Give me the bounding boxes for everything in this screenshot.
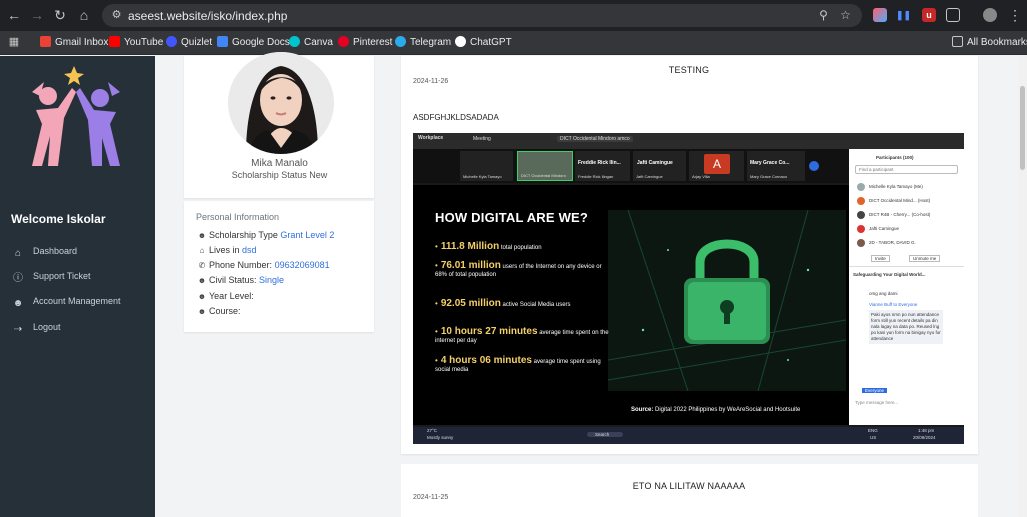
site-info-icon[interactable]: ⚙: [110, 9, 123, 22]
user-icon: ☻: [197, 292, 207, 301]
scholarship-type-link[interactable]: Grant Level 2: [280, 230, 334, 240]
post-title: TESTING: [668, 65, 710, 75]
telegram-icon: [395, 36, 406, 47]
ublock-icon[interactable]: u: [922, 8, 936, 22]
extension-icon[interactable]: [873, 8, 887, 22]
user-icon: ☻: [197, 307, 207, 316]
profile-avatar: [228, 52, 334, 154]
windows-taskbar: 27°C Mostly sunny Search ENG US 1:48 pm …: [413, 427, 964, 444]
app-name: Workplace: [418, 135, 444, 141]
back-icon[interactable]: ←: [6, 7, 22, 23]
apps-grid-icon[interactable]: ▦: [6, 34, 22, 50]
bookmark-gmail[interactable]: Gmail Inbox: [40, 36, 108, 50]
profile-avatar-icon[interactable]: [983, 8, 997, 22]
bookmark-telegram[interactable]: Telegram: [395, 36, 451, 50]
info-row-civil-status: ☻ Civil Status: Single: [197, 275, 285, 285]
home-icon: ⌂: [14, 248, 22, 259]
sidebar-item-account-management[interactable]: ☻ Account Management: [12, 293, 121, 309]
post-date: 2024-11-26: [413, 78, 449, 85]
scholarship-status: Scholarship Status New: [231, 170, 328, 180]
folder-icon: [952, 36, 963, 47]
bookmark-quizlet[interactable]: Quizlet: [166, 36, 212, 50]
padlock-image: [608, 210, 846, 391]
info-row-phone: ✆ Phone Number: 09632069081: [198, 260, 330, 270]
next-tiles-icon: [809, 161, 819, 171]
info-row-lives-in: ⌂ Lives in dsd: [197, 244, 257, 257]
slide-stat: • 111.8 Million total population: [435, 241, 542, 252]
info-row-scholarship-type: ☻ Scholarship Type Grant Level 2: [197, 230, 335, 240]
participants-panel: Participants (100) Find a participant Mi…: [849, 149, 964, 425]
bookmark-canva[interactable]: Canva: [289, 36, 333, 50]
phone-icon: ✆: [198, 261, 206, 270]
forward-icon[interactable]: →: [29, 7, 45, 23]
user-icon: ☻: [197, 231, 207, 240]
welcome-heading: Welcome Iskolar: [11, 212, 106, 226]
reload-icon[interactable]: ↻: [52, 7, 68, 23]
slide-stat: • 92.05 million active Social Media users: [435, 298, 571, 309]
bookmark-pinterest[interactable]: Pinterest: [338, 36, 392, 50]
browser-toolbar: ← → ↻ ⌂ ⚙ aseest.website/isko/index.php …: [0, 0, 1027, 31]
zoom-titlebar: Workplace Meeting DICT Occidental Mindor…: [413, 133, 964, 149]
video-tile: Michelle Kyla Tamayo: [460, 151, 513, 181]
home-icon[interactable]: ⌂: [76, 7, 92, 23]
personal-info-title: Personal Information: [196, 212, 280, 222]
canva-icon: [289, 36, 300, 47]
scrollbar-thumb[interactable]: [1020, 86, 1025, 170]
slide-source: Source: Digital 2022 Philippines by WeAr…: [631, 407, 801, 413]
video-tile: A Arjay Villa: [689, 151, 744, 181]
slide-stat: • 76.01 million users of the Internet on …: [435, 260, 602, 279]
phone-link[interactable]: 09632069081: [275, 260, 330, 270]
user-icon: ☻: [197, 276, 207, 285]
audio-extension-icon[interactable]: ❚❚: [896, 8, 911, 22]
address-bar[interactable]: ⚙ aseest.website/isko/index.php ⚲ ☆: [102, 4, 862, 27]
url-text[interactable]: aseest.website/isko/index.php: [128, 9, 287, 23]
post-date: 2024-11-25: [413, 494, 449, 501]
google-docs-icon: [217, 36, 228, 47]
profile-name: Mika Manalo: [251, 158, 308, 169]
youtube-icon: [109, 36, 120, 47]
info-row-year-level: ☻ Year Level:: [197, 291, 254, 301]
post-title: ETO NA LILITAW NAAAAA: [632, 481, 746, 491]
home-icon: ⌂: [199, 246, 205, 255]
extensions-puzzle-icon[interactable]: [946, 8, 960, 22]
meeting-label: Meeting: [473, 136, 491, 142]
post-body: ASDFGHJKLDSADADA: [413, 113, 499, 122]
slide-title: HOW DIGITAL ARE WE?: [435, 210, 589, 225]
user-icon: ☻: [12, 298, 24, 309]
slide-stat: • 4 hours 06 minutes average time spent u…: [435, 355, 601, 374]
post-image[interactable]: Workplace Meeting DICT Occidental Mindor…: [413, 133, 964, 444]
question-circle-icon: ⓘ: [13, 273, 23, 284]
video-tile: DICT Occidental Mindoro: [517, 151, 573, 181]
menu-kebab-icon[interactable]: ⋮: [1007, 7, 1023, 23]
zoom-icon[interactable]: ⚲: [816, 8, 831, 23]
chatgpt-icon: [455, 36, 466, 47]
star-icon[interactable]: ☆: [838, 8, 853, 23]
logout-icon: ⇢: [13, 324, 23, 335]
info-row-course: ☻ Course:: [197, 306, 241, 316]
video-tile: Mary Grace Co... Mary Grace Comaoo: [747, 151, 805, 181]
bookmark-chatgpt[interactable]: ChatGPT: [455, 36, 512, 50]
logo: [32, 66, 120, 166]
bookmark-google-docs[interactable]: Google Docs: [217, 36, 290, 50]
meeting-banner: DICT Occidental Mindoro amco: [557, 136, 633, 142]
pinterest-icon: [338, 36, 349, 47]
bookmark-youtube[interactable]: YouTube: [109, 36, 163, 50]
gmail-icon: [40, 36, 51, 47]
video-tile: Freddie Rick Ilin... Freddie Rick Ilingan: [575, 151, 630, 181]
lives-in-link[interactable]: dsd: [242, 245, 257, 255]
sidebar-item-logout[interactable]: ⇢ Logout: [12, 319, 61, 335]
civil-status-link[interactable]: Single: [259, 275, 284, 285]
slide-stat: • 10 hours 27 minutes average time spent …: [435, 326, 609, 345]
video-tile: Jafti Camingue Jafti Camingue: [633, 151, 686, 181]
sidebar-item-dashboard[interactable]: ⌂ Dashboard: [12, 243, 77, 259]
sidebar-item-support-ticket[interactable]: ⓘ Support Ticket: [12, 268, 91, 284]
all-bookmarks[interactable]: All Bookmarks: [952, 36, 1027, 50]
quizlet-icon: [166, 36, 177, 47]
